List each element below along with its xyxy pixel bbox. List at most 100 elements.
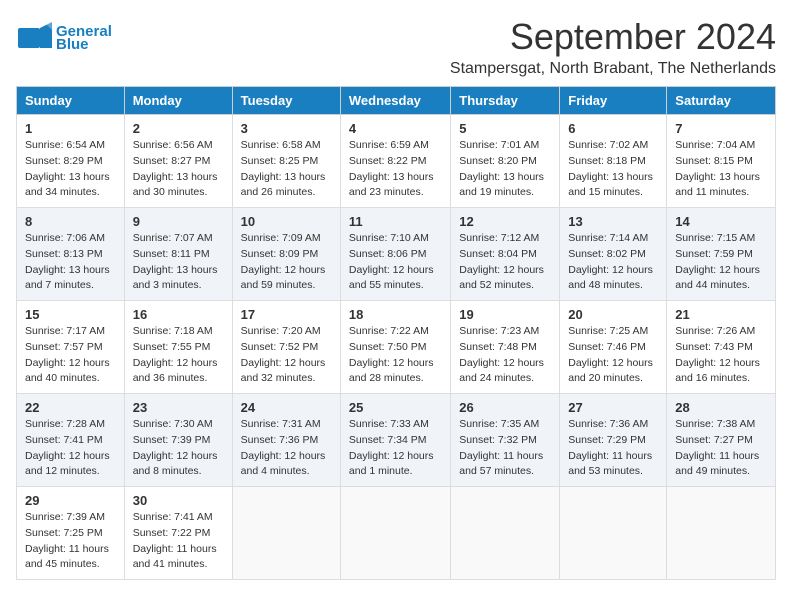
day-info: Sunrise: 7:25 AM Sunset: 7:46 PM Dayligh… bbox=[568, 324, 658, 387]
location-subtitle: Stampersgat, North Brabant, The Netherla… bbox=[450, 60, 776, 78]
table-row: 9 Sunrise: 7:07 AM Sunset: 8:11 PM Dayli… bbox=[124, 208, 232, 301]
col-thursday: Thursday bbox=[451, 87, 560, 115]
day-number: 30 bbox=[133, 493, 224, 508]
table-row: 3 Sunrise: 6:58 AM Sunset: 8:25 PM Dayli… bbox=[232, 115, 340, 208]
day-number: 11 bbox=[349, 214, 442, 229]
day-number: 26 bbox=[459, 400, 551, 415]
day-number: 9 bbox=[133, 214, 224, 229]
table-row: 4 Sunrise: 6:59 AM Sunset: 8:22 PM Dayli… bbox=[340, 115, 450, 208]
table-row: 12 Sunrise: 7:12 AM Sunset: 8:04 PM Dayl… bbox=[451, 208, 560, 301]
calendar-table: Sunday Monday Tuesday Wednesday Thursday… bbox=[16, 86, 776, 580]
table-row: 21 Sunrise: 7:26 AM Sunset: 7:43 PM Dayl… bbox=[667, 301, 776, 394]
page-header: General Blue September 2024 Stampersgat,… bbox=[16, 16, 776, 78]
day-info: Sunrise: 7:02 AM Sunset: 8:18 PM Dayligh… bbox=[568, 138, 658, 201]
day-number: 16 bbox=[133, 307, 224, 322]
day-info: Sunrise: 7:14 AM Sunset: 8:02 PM Dayligh… bbox=[568, 231, 658, 294]
day-info: Sunrise: 7:09 AM Sunset: 8:09 PM Dayligh… bbox=[241, 231, 332, 294]
calendar-week-row: 22 Sunrise: 7:28 AM Sunset: 7:41 PM Dayl… bbox=[17, 394, 776, 487]
day-info: Sunrise: 6:59 AM Sunset: 8:22 PM Dayligh… bbox=[349, 138, 442, 201]
table-row bbox=[340, 487, 450, 580]
day-number: 24 bbox=[241, 400, 332, 415]
day-info: Sunrise: 7:17 AM Sunset: 7:57 PM Dayligh… bbox=[25, 324, 116, 387]
table-row: 14 Sunrise: 7:15 AM Sunset: 7:59 PM Dayl… bbox=[667, 208, 776, 301]
col-sunday: Sunday bbox=[17, 87, 125, 115]
table-row: 23 Sunrise: 7:30 AM Sunset: 7:39 PM Dayl… bbox=[124, 394, 232, 487]
day-info: Sunrise: 7:01 AM Sunset: 8:20 PM Dayligh… bbox=[459, 138, 551, 201]
day-info: Sunrise: 7:04 AM Sunset: 8:15 PM Dayligh… bbox=[675, 138, 767, 201]
month-title: September 2024 bbox=[450, 16, 776, 58]
day-number: 21 bbox=[675, 307, 767, 322]
calendar-week-row: 15 Sunrise: 7:17 AM Sunset: 7:57 PM Dayl… bbox=[17, 301, 776, 394]
table-row: 29 Sunrise: 7:39 AM Sunset: 7:25 PM Dayl… bbox=[17, 487, 125, 580]
day-info: Sunrise: 7:06 AM Sunset: 8:13 PM Dayligh… bbox=[25, 231, 116, 294]
day-info: Sunrise: 7:18 AM Sunset: 7:55 PM Dayligh… bbox=[133, 324, 224, 387]
day-info: Sunrise: 7:28 AM Sunset: 7:41 PM Dayligh… bbox=[25, 417, 116, 480]
day-info: Sunrise: 6:54 AM Sunset: 8:29 PM Dayligh… bbox=[25, 138, 116, 201]
table-row: 26 Sunrise: 7:35 AM Sunset: 7:32 PM Dayl… bbox=[451, 394, 560, 487]
day-number: 2 bbox=[133, 121, 224, 136]
table-row: 28 Sunrise: 7:38 AM Sunset: 7:27 PM Dayl… bbox=[667, 394, 776, 487]
table-row: 2 Sunrise: 6:56 AM Sunset: 8:27 PM Dayli… bbox=[124, 115, 232, 208]
table-row: 24 Sunrise: 7:31 AM Sunset: 7:36 PM Dayl… bbox=[232, 394, 340, 487]
table-row bbox=[667, 487, 776, 580]
table-row bbox=[560, 487, 667, 580]
day-number: 1 bbox=[25, 121, 116, 136]
day-number: 10 bbox=[241, 214, 332, 229]
table-row: 5 Sunrise: 7:01 AM Sunset: 8:20 PM Dayli… bbox=[451, 115, 560, 208]
day-number: 19 bbox=[459, 307, 551, 322]
day-number: 25 bbox=[349, 400, 442, 415]
table-row: 30 Sunrise: 7:41 AM Sunset: 7:22 PM Dayl… bbox=[124, 487, 232, 580]
day-number: 13 bbox=[568, 214, 658, 229]
day-number: 28 bbox=[675, 400, 767, 415]
day-number: 14 bbox=[675, 214, 767, 229]
day-info: Sunrise: 7:20 AM Sunset: 7:52 PM Dayligh… bbox=[241, 324, 332, 387]
day-number: 20 bbox=[568, 307, 658, 322]
table-row: 8 Sunrise: 7:06 AM Sunset: 8:13 PM Dayli… bbox=[17, 208, 125, 301]
table-row: 15 Sunrise: 7:17 AM Sunset: 7:57 PM Dayl… bbox=[17, 301, 125, 394]
day-number: 12 bbox=[459, 214, 551, 229]
table-row: 6 Sunrise: 7:02 AM Sunset: 8:18 PM Dayli… bbox=[560, 115, 667, 208]
day-number: 3 bbox=[241, 121, 332, 136]
table-row: 20 Sunrise: 7:25 AM Sunset: 7:46 PM Dayl… bbox=[560, 301, 667, 394]
day-number: 5 bbox=[459, 121, 551, 136]
day-number: 4 bbox=[349, 121, 442, 136]
calendar-week-row: 8 Sunrise: 7:06 AM Sunset: 8:13 PM Dayli… bbox=[17, 208, 776, 301]
title-block: September 2024 Stampersgat, North Braban… bbox=[450, 16, 776, 78]
table-row: 16 Sunrise: 7:18 AM Sunset: 7:55 PM Dayl… bbox=[124, 301, 232, 394]
day-number: 22 bbox=[25, 400, 116, 415]
day-info: Sunrise: 6:56 AM Sunset: 8:27 PM Dayligh… bbox=[133, 138, 224, 201]
day-number: 18 bbox=[349, 307, 442, 322]
table-row: 13 Sunrise: 7:14 AM Sunset: 8:02 PM Dayl… bbox=[560, 208, 667, 301]
day-info: Sunrise: 7:30 AM Sunset: 7:39 PM Dayligh… bbox=[133, 417, 224, 480]
table-row: 19 Sunrise: 7:23 AM Sunset: 7:48 PM Dayl… bbox=[451, 301, 560, 394]
calendar-week-row: 29 Sunrise: 7:39 AM Sunset: 7:25 PM Dayl… bbox=[17, 487, 776, 580]
logo-icon bbox=[16, 20, 52, 56]
table-row: 22 Sunrise: 7:28 AM Sunset: 7:41 PM Dayl… bbox=[17, 394, 125, 487]
day-info: Sunrise: 7:31 AM Sunset: 7:36 PM Dayligh… bbox=[241, 417, 332, 480]
day-number: 15 bbox=[25, 307, 116, 322]
day-info: Sunrise: 7:38 AM Sunset: 7:27 PM Dayligh… bbox=[675, 417, 767, 480]
day-info: Sunrise: 7:10 AM Sunset: 8:06 PM Dayligh… bbox=[349, 231, 442, 294]
day-info: Sunrise: 7:33 AM Sunset: 7:34 PM Dayligh… bbox=[349, 417, 442, 480]
col-saturday: Saturday bbox=[667, 87, 776, 115]
day-info: Sunrise: 7:12 AM Sunset: 8:04 PM Dayligh… bbox=[459, 231, 551, 294]
logo: General Blue bbox=[16, 20, 112, 56]
day-info: Sunrise: 7:23 AM Sunset: 7:48 PM Dayligh… bbox=[459, 324, 551, 387]
table-row: 7 Sunrise: 7:04 AM Sunset: 8:15 PM Dayli… bbox=[667, 115, 776, 208]
day-info: Sunrise: 7:35 AM Sunset: 7:32 PM Dayligh… bbox=[459, 417, 551, 480]
table-row bbox=[232, 487, 340, 580]
table-row: 25 Sunrise: 7:33 AM Sunset: 7:34 PM Dayl… bbox=[340, 394, 450, 487]
day-number: 17 bbox=[241, 307, 332, 322]
day-number: 7 bbox=[675, 121, 767, 136]
col-friday: Friday bbox=[560, 87, 667, 115]
calendar-week-row: 1 Sunrise: 6:54 AM Sunset: 8:29 PM Dayli… bbox=[17, 115, 776, 208]
table-row: 18 Sunrise: 7:22 AM Sunset: 7:50 PM Dayl… bbox=[340, 301, 450, 394]
day-info: Sunrise: 7:39 AM Sunset: 7:25 PM Dayligh… bbox=[25, 510, 116, 573]
table-row: 1 Sunrise: 6:54 AM Sunset: 8:29 PM Dayli… bbox=[17, 115, 125, 208]
day-info: Sunrise: 7:22 AM Sunset: 7:50 PM Dayligh… bbox=[349, 324, 442, 387]
day-number: 8 bbox=[25, 214, 116, 229]
col-wednesday: Wednesday bbox=[340, 87, 450, 115]
table-row: 27 Sunrise: 7:36 AM Sunset: 7:29 PM Dayl… bbox=[560, 394, 667, 487]
col-tuesday: Tuesday bbox=[232, 87, 340, 115]
day-info: Sunrise: 7:36 AM Sunset: 7:29 PM Dayligh… bbox=[568, 417, 658, 480]
